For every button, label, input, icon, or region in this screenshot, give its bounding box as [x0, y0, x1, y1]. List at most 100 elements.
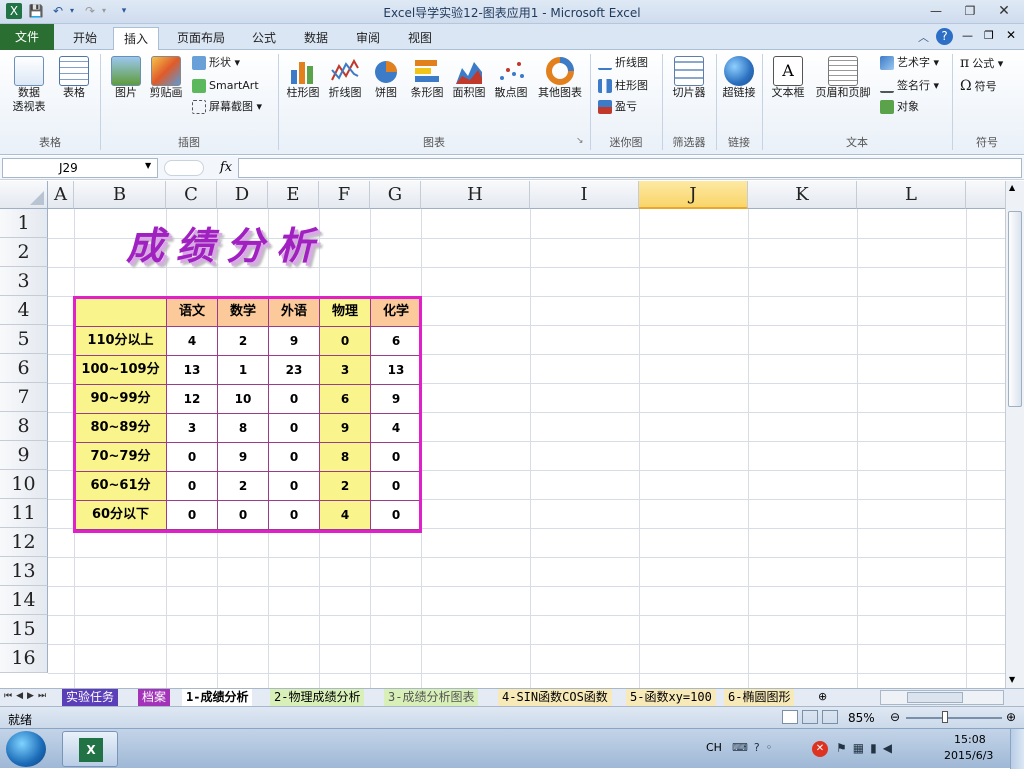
- row-header[interactable]: 13: [0, 557, 48, 586]
- sheet-tab[interactable]: 档案: [138, 689, 171, 706]
- clock-time[interactable]: 15:08: [954, 733, 986, 746]
- scroll-down-icon[interactable]: ▼: [1009, 675, 1015, 684]
- taskbar-excel-button[interactable]: X: [62, 731, 118, 767]
- textbox-button[interactable]: A 文本框: [768, 56, 808, 100]
- zoom-slider-thumb[interactable]: [942, 711, 948, 723]
- normal-view-icon[interactable]: [782, 710, 798, 724]
- tray-icons[interactable]: ⌨?◦: [732, 741, 778, 754]
- score-count-cell[interactable]: 1: [217, 355, 269, 385]
- zoom-out-icon[interactable]: ⊖: [890, 710, 900, 724]
- sparkline-winloss-button[interactable]: 盈亏: [598, 98, 637, 116]
- pivot-table-button[interactable]: 数据 透视表: [8, 56, 50, 114]
- worksheet-grid[interactable]: A B C D E F G H I J K L 1 2 3 4 5 6 7 8 …: [0, 181, 1005, 688]
- screenshot-button[interactable]: 屏幕截图 ▾: [192, 98, 262, 116]
- column-header-d[interactable]: D: [217, 181, 268, 209]
- zoom-slider[interactable]: [906, 717, 1002, 719]
- score-count-cell[interactable]: 0: [268, 442, 320, 472]
- zoom-in-icon[interactable]: ⊕: [1006, 710, 1016, 724]
- score-count-cell[interactable]: 2: [217, 326, 269, 356]
- table-button[interactable]: 表格: [56, 56, 92, 100]
- equation-button[interactable]: π 公式 ▾: [960, 54, 1003, 72]
- score-table[interactable]: 语文 数学 外语 物理 化学 110分以上 4 2 9 0 6 100~109分 13 1 23 3 13 90~…: [74, 297, 422, 530]
- scatter-chart-button[interactable]: 散点图: [492, 56, 530, 100]
- row-header[interactable]: 4: [0, 296, 48, 325]
- score-range-label[interactable]: 100~109分: [74, 355, 167, 385]
- score-count-cell[interactable]: 23: [268, 355, 320, 385]
- score-range-label[interactable]: 70~79分: [74, 442, 167, 472]
- clock-date[interactable]: 2015/6/3: [944, 749, 993, 762]
- select-all-corner[interactable]: [0, 181, 48, 209]
- close-icon[interactable]: ✕: [990, 2, 1018, 20]
- wordart-title[interactable]: 成绩分析: [126, 215, 326, 270]
- score-count-cell[interactable]: 13: [370, 355, 422, 385]
- subject-header-cell[interactable]: 化学: [370, 297, 422, 327]
- column-header-m[interactable]: [966, 181, 1005, 209]
- row-header[interactable]: 16: [0, 644, 48, 673]
- column-header-i[interactable]: I: [530, 181, 639, 209]
- tab-page-layout[interactable]: 页面布局: [170, 27, 232, 50]
- sheet-tab[interactable]: 6-椭圆图形: [724, 689, 795, 706]
- score-range-label[interactable]: 80~89分: [74, 413, 167, 443]
- row-header[interactable]: 14: [0, 586, 48, 615]
- tab-view[interactable]: 视图: [400, 27, 440, 50]
- score-count-cell[interactable]: 0: [217, 500, 269, 530]
- score-count-cell[interactable]: 4: [370, 413, 422, 443]
- score-count-cell[interactable]: 6: [370, 326, 422, 356]
- score-range-label[interactable]: 110分以上: [74, 326, 167, 356]
- score-count-cell[interactable]: 0: [268, 471, 320, 501]
- table-corner-cell[interactable]: [74, 297, 167, 327]
- doc-restore-icon[interactable]: ❐: [984, 29, 994, 42]
- page-break-view-icon[interactable]: [822, 710, 838, 724]
- score-count-cell[interactable]: 8: [217, 413, 269, 443]
- column-header-l[interactable]: L: [857, 181, 966, 209]
- vertical-scrollbar[interactable]: ▲ ▼: [1005, 181, 1024, 688]
- picture-button[interactable]: 图片: [108, 56, 144, 100]
- sheet-tab[interactable]: 2-物理成绩分析: [270, 689, 365, 706]
- chart-dialog-launcher-icon[interactable]: ↘: [576, 136, 584, 146]
- horizontal-scrollbar[interactable]: [880, 690, 1004, 705]
- row-header[interactable]: 11: [0, 499, 48, 528]
- page-layout-view-icon[interactable]: [802, 710, 818, 724]
- clipart-button[interactable]: 剪贴画: [146, 56, 186, 100]
- tab-insert[interactable]: 插入: [113, 27, 159, 50]
- column-header-g[interactable]: G: [370, 181, 421, 209]
- row-header[interactable]: 10: [0, 470, 48, 499]
- score-range-label[interactable]: 60~61分: [74, 471, 167, 501]
- row-header[interactable]: 6: [0, 354, 48, 383]
- score-range-label[interactable]: 90~99分: [74, 384, 167, 414]
- name-box[interactable]: J29: [2, 158, 158, 178]
- column-header-c[interactable]: C: [166, 181, 217, 209]
- sheet-tab[interactable]: 实验任务: [62, 689, 119, 706]
- line-chart-button[interactable]: 折线图: [326, 56, 364, 100]
- row-header[interactable]: 5: [0, 325, 48, 354]
- score-count-cell[interactable]: 6: [319, 384, 371, 414]
- insert-function-button[interactable]: fx: [214, 158, 238, 178]
- sparkline-line-button[interactable]: 折线图: [598, 54, 648, 72]
- tab-review[interactable]: 审阅: [348, 27, 388, 50]
- row-header[interactable]: 12: [0, 528, 48, 557]
- column-header-a[interactable]: A: [48, 181, 74, 209]
- zoom-level[interactable]: 85%: [848, 711, 875, 725]
- minimize-icon[interactable]: —: [922, 2, 950, 20]
- sparkline-column-button[interactable]: 柱形图: [598, 77, 648, 95]
- bar-chart-button[interactable]: 条形图: [408, 56, 446, 100]
- other-charts-button[interactable]: 其他图表: [534, 56, 586, 100]
- score-count-cell[interactable]: 0: [166, 500, 218, 530]
- shapes-button[interactable]: 形状 ▾: [192, 54, 240, 72]
- insert-sheet-icon[interactable]: ⊕: [818, 690, 827, 703]
- sheet-tab[interactable]: 5-函数xy=100: [626, 689, 716, 706]
- score-count-cell[interactable]: 0: [370, 471, 422, 501]
- score-count-cell[interactable]: 9: [370, 384, 422, 414]
- tray-network-volume-icons[interactable]: ⚑▦▮◀: [836, 741, 898, 755]
- column-header-b[interactable]: B: [74, 181, 166, 209]
- sheet-tab[interactable]: 3-成绩分析图表: [384, 689, 479, 706]
- score-count-cell[interactable]: 4: [319, 500, 371, 530]
- show-desktop-button[interactable]: [1010, 729, 1024, 769]
- doc-minimize-icon[interactable]: —: [962, 29, 973, 42]
- subject-header-cell[interactable]: 数学: [217, 297, 269, 327]
- score-count-cell[interactable]: 0: [268, 384, 320, 414]
- subject-header-cell[interactable]: 语文: [166, 297, 218, 327]
- row-header[interactable]: 15: [0, 615, 48, 644]
- object-button[interactable]: 对象: [880, 98, 919, 116]
- score-count-cell[interactable]: 0: [370, 442, 422, 472]
